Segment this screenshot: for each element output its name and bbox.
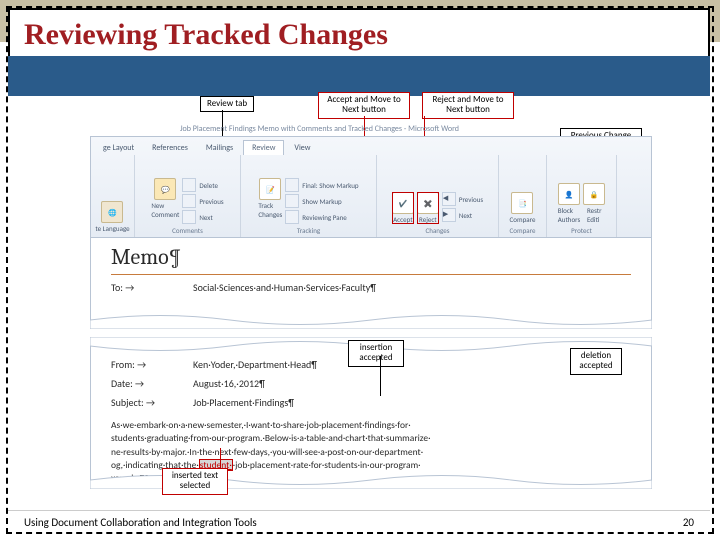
tab-page-layout[interactable]: ge Layout <box>95 141 142 155</box>
screenshot-container: Review tab Accept and Move to Next butto… <box>90 96 652 484</box>
slide-title-box: Reviewing Tracked Changes <box>8 8 710 62</box>
to-label: To: → <box>111 281 163 294</box>
subject-line: Subject: → Job·Placement·Findings¶ <box>91 396 651 409</box>
date-line: Date: → August·16,·2012¶ <box>91 377 651 390</box>
next-change-button[interactable]: ▶Next <box>442 208 483 222</box>
window-title: Job Placement Findings Memo with Comment… <box>180 124 459 134</box>
slide-title: Reviewing Tracked Changes <box>24 18 694 52</box>
word-ribbon: ge Layout References Mailings Review Vie… <box>90 136 652 238</box>
group-compare: 📑 Compare Compare <box>499 155 547 237</box>
blue-accent-band <box>8 56 710 96</box>
callout-review-tab: Review tab <box>200 96 254 112</box>
to-line: To: → Social·Sciences·and·Human·Services… <box>91 281 651 294</box>
tab-mailings[interactable]: Mailings <box>198 141 241 155</box>
delete-comment-button[interactable]: Delete <box>182 178 223 192</box>
dropdown-icon <box>285 178 299 192</box>
group-changes: ✔️ Accept ✖️ Reject ◀Previous ▶Next Chan… <box>377 155 499 237</box>
delete-icon <box>182 178 196 192</box>
to-value: Social·Sciences·and·Human·Services·Facul… <box>193 281 376 294</box>
tab-view[interactable]: View <box>286 141 318 155</box>
next-icon <box>182 210 196 224</box>
arrow-line <box>380 356 381 396</box>
prev-comment-button[interactable]: Previous <box>182 194 223 208</box>
ribbon-tabs: ge Layout References Mailings Review Vie… <box>91 137 651 155</box>
callout-insertion-accepted: insertion accepted <box>348 340 404 367</box>
reject-icon: ✖️ <box>417 192 439 214</box>
track-changes-icon: 📝 <box>259 178 281 200</box>
document-fragment-1: Memo¶ To: → Social·Sciences·and·Human·Se… <box>90 238 652 320</box>
memo-heading: Memo¶ <box>91 238 651 270</box>
compare-button[interactable]: 📑 Compare <box>510 192 536 224</box>
group-protect: 👤 Block Authors 🔒 Restr Editi Protect <box>547 155 617 237</box>
arrow-line <box>220 448 221 468</box>
reject-button[interactable]: ✖️ Reject <box>417 192 439 224</box>
prev-change-button[interactable]: ◀Previous <box>442 192 483 206</box>
new-comment-button[interactable]: 💬 New Comment <box>151 178 179 219</box>
tab-review[interactable]: Review <box>243 140 284 155</box>
block-icon: 👤 <box>558 183 580 205</box>
next-change-icon: ▶ <box>442 208 456 222</box>
callout-deletion-accepted: deletion accepted <box>570 348 622 375</box>
tab-references[interactable]: References <box>144 141 196 155</box>
footer-text: Using Document Collaboration and Integra… <box>24 516 257 529</box>
prev-icon <box>182 194 196 208</box>
group-comments: 💬 New Comment Delete Previous Next Comme… <box>135 155 241 237</box>
pane-icon <box>285 210 299 224</box>
callout-inserted-selected: inserted text selected <box>162 468 228 495</box>
reviewing-pane-button[interactable]: Reviewing Pane <box>285 210 358 224</box>
divider <box>111 274 631 275</box>
display-for-review-select[interactable]: Final: Show Markup <box>285 178 358 192</box>
next-comment-button[interactable]: Next <box>182 210 223 224</box>
accept-button[interactable]: ✔️ Accept <box>392 192 414 224</box>
prev-change-icon: ◀ <box>442 192 456 206</box>
show-markup-button[interactable]: Show Markup <box>285 194 358 208</box>
callout-accept-next: Accept and Move to Next button <box>318 92 410 119</box>
group-tracking: 📝 Track Changes Final: Show Markup Show … <box>241 155 377 237</box>
globe-icon: 🌐 <box>101 201 123 223</box>
torn-edge <box>90 311 652 329</box>
group-language: 🌐 te Language <box>91 155 135 237</box>
comment-icon: 💬 <box>154 178 176 200</box>
compare-icon: 📑 <box>511 192 533 214</box>
translate-button[interactable]: 🌐 te Language <box>95 201 129 233</box>
block-authors-button[interactable]: 👤 Block Authors <box>558 183 581 224</box>
track-changes-button[interactable]: 📝 Track Changes <box>258 178 282 219</box>
restrict-editing-button[interactable]: 🔒 Restr Editi <box>583 183 605 224</box>
page-number: 20 <box>683 516 694 529</box>
slide-footer: Using Document Collaboration and Integra… <box>8 510 710 534</box>
accept-icon: ✔️ <box>392 192 414 214</box>
callout-reject-next: Reject and Move to Next button <box>422 92 514 119</box>
markup-icon <box>285 194 299 208</box>
lock-icon: 🔒 <box>583 183 605 205</box>
